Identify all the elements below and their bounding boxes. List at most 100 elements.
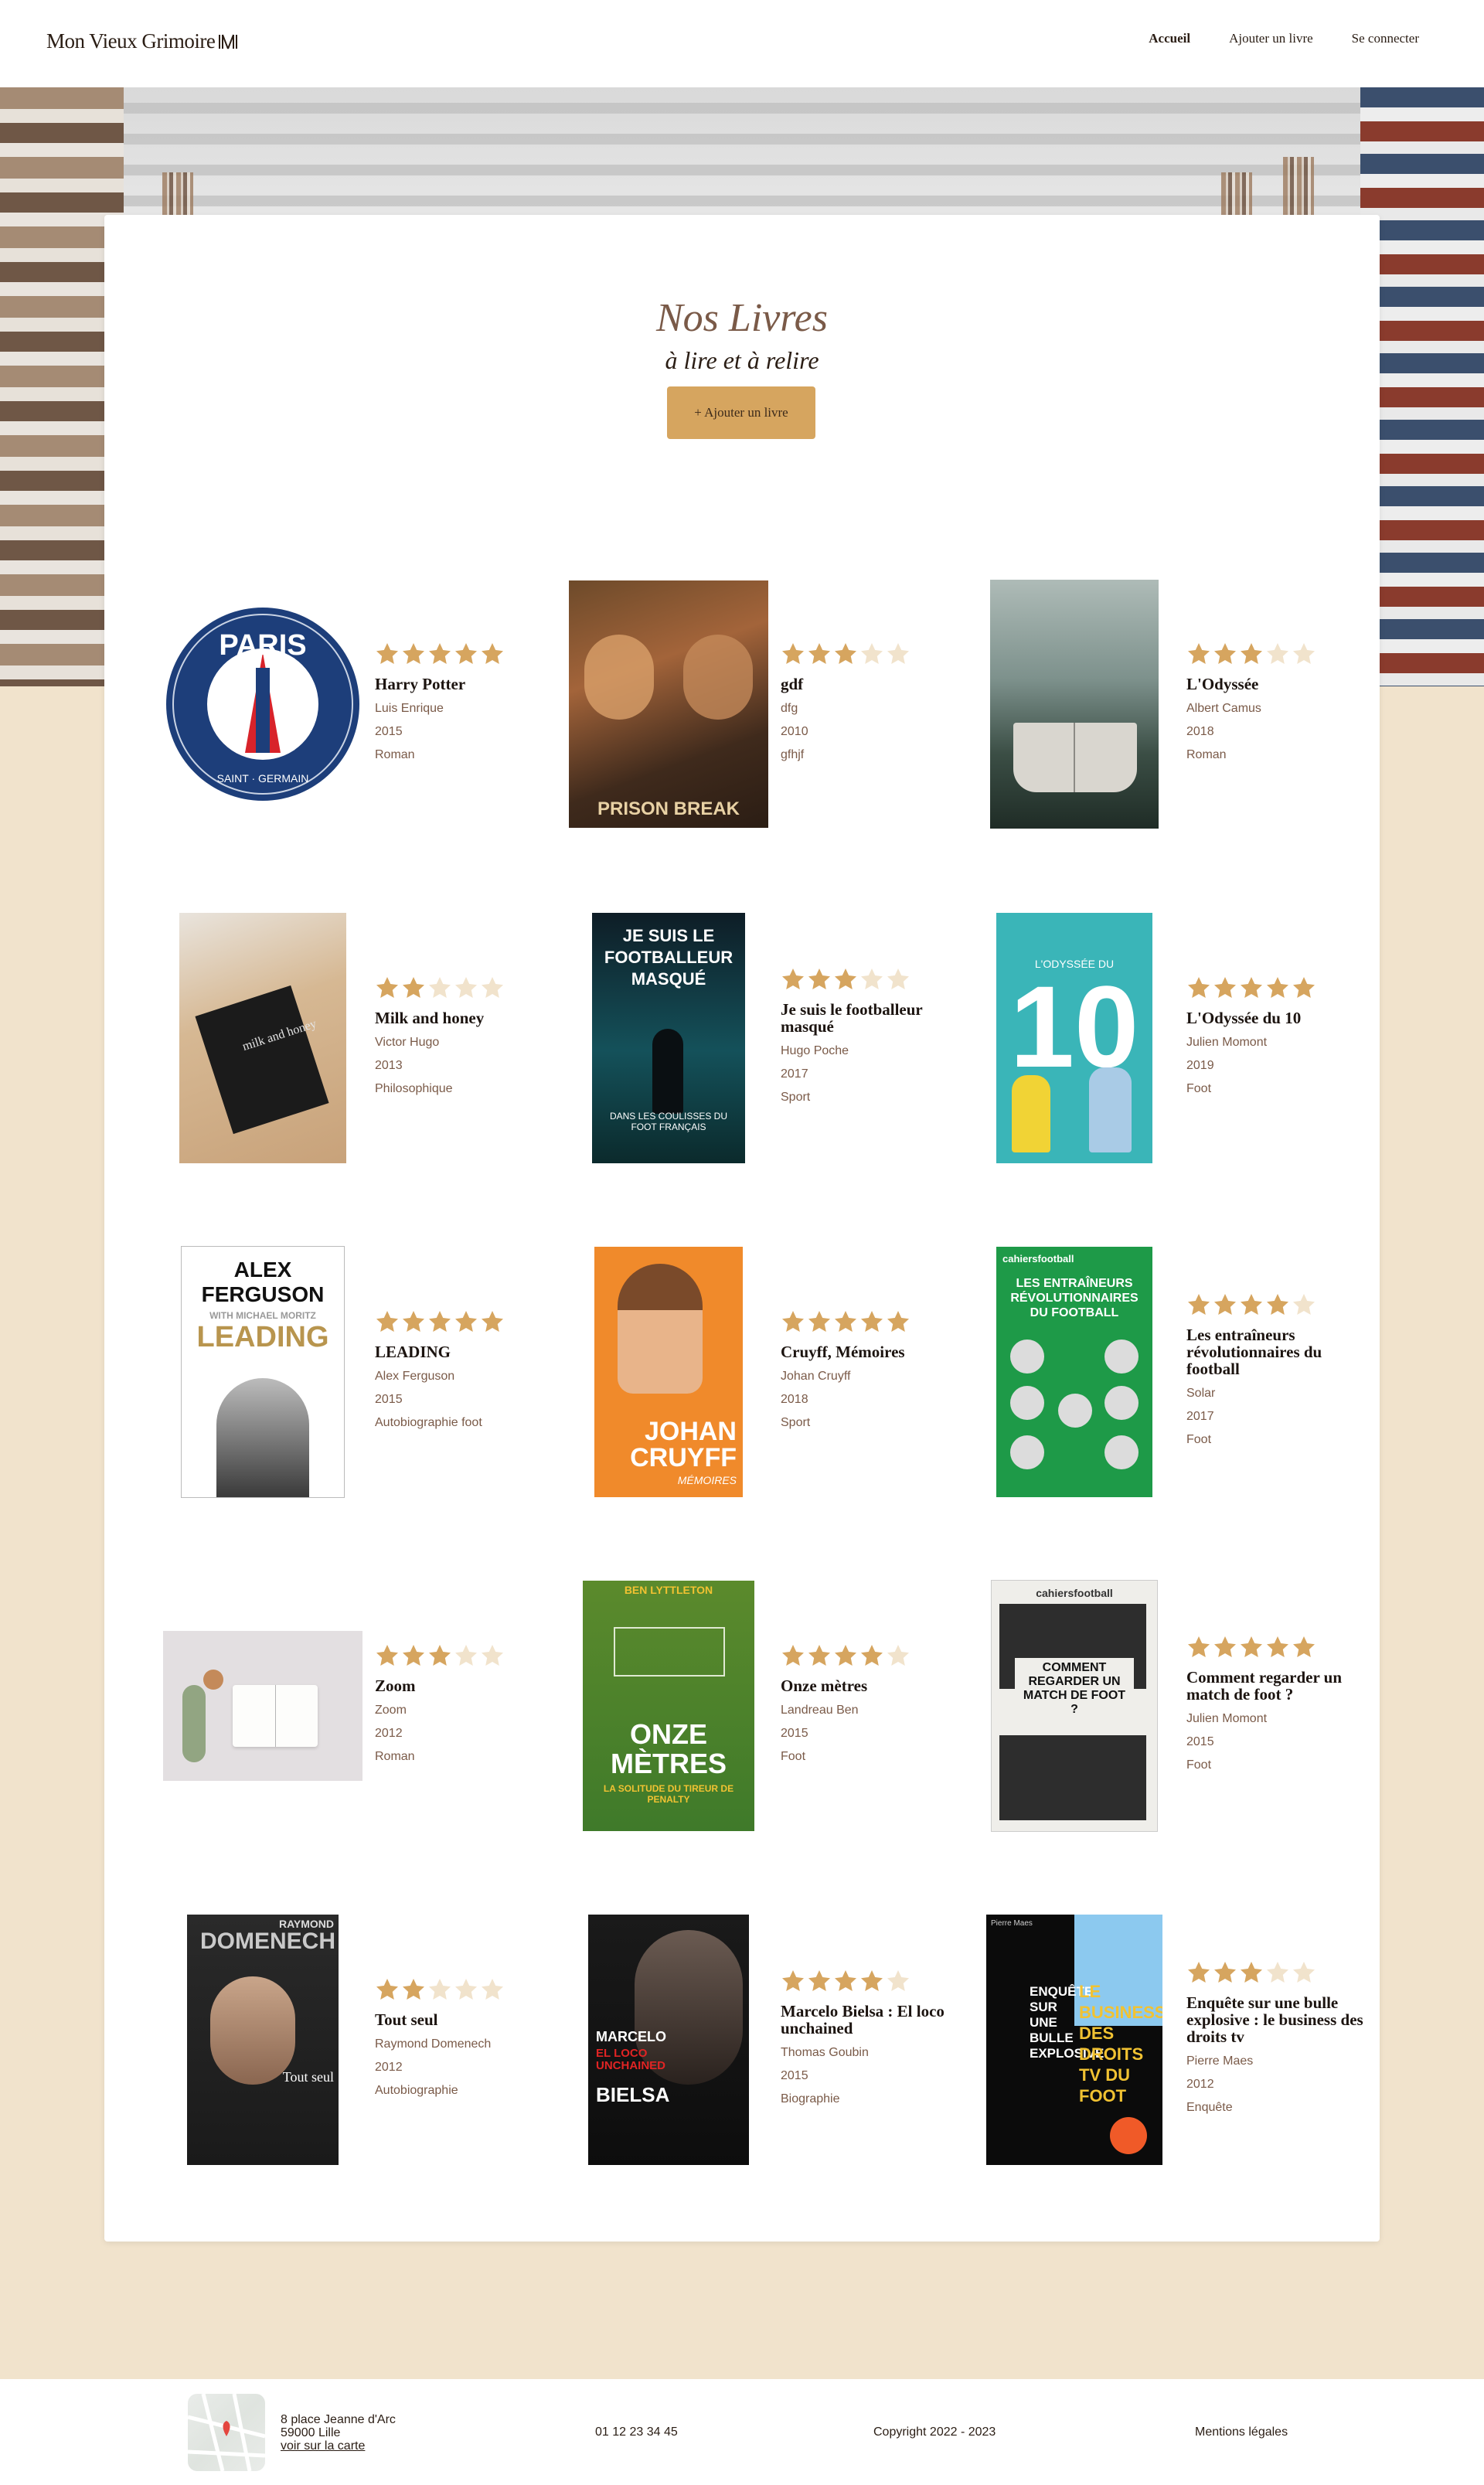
site-footer: 8 place Jeanne d'Arc 59000 Lille voir su… — [0, 2379, 1484, 2485]
book-author: Thomas Goubin — [781, 2046, 869, 2059]
nav-se-connecter[interactable]: Se connecter — [1352, 31, 1419, 46]
book-author: Hugo Poche — [781, 1044, 849, 1057]
book-cover[interactable]: L'ODYSSÉE DU 10 — [970, 911, 1179, 1166]
book-cover[interactable]: PARIS SAINT · GERMAIN — [158, 577, 367, 832]
bielsa-last: BIELSA — [596, 2083, 670, 2106]
tout-seul-cover-image: RAYMOND DOMENECH Tout seul — [187, 1915, 339, 2165]
star-filled-icon — [808, 1645, 830, 1666]
book-author: Pierre Maes — [1186, 2054, 1254, 2068]
logo[interactable]: Mon Vieux Grimoire — [46, 29, 238, 53]
footer-legal-link[interactable]: Mentions légales — [1195, 2425, 1288, 2439]
book-year: 2010 — [781, 725, 808, 738]
star-filled-icon — [808, 1311, 830, 1332]
nav-accueil[interactable]: Accueil — [1149, 31, 1190, 46]
star-filled-icon — [1241, 1962, 1262, 1983]
book-year: 2017 — [781, 1067, 808, 1081]
star-filled-icon — [835, 1970, 856, 1991]
star-filled-icon — [429, 1311, 451, 1332]
rating-stars — [1186, 1960, 1372, 1985]
star-empty-icon — [887, 968, 909, 989]
book-card[interactable]: Zoom Zoom 2012 Roman — [158, 1578, 560, 1833]
add-book-button[interactable]: + Ajouter un livre — [667, 386, 815, 439]
book-cover[interactable]: JE SUIS LE FOOTBALLEUR MASQUÉ DANS LES C… — [564, 911, 773, 1166]
star-filled-icon — [835, 643, 856, 664]
star-empty-icon — [1267, 1962, 1288, 1983]
book-cover[interactable]: BEN LYTTLETON ONZE MÈTRES LA SOLITUDE DU… — [564, 1578, 773, 1833]
book-card[interactable]: L'Odyssée Albert Camus 2018 Roman — [970, 577, 1372, 832]
book-card[interactable]: cahiersfootball COMMENT REGARDER UN MATC… — [970, 1578, 1372, 1833]
book-cover[interactable]: JOHAN CRUYFF MÉMOIRES — [564, 1244, 773, 1500]
book-card[interactable]: ALEX FERGUSON WITH MICHAEL MORITZ LEADIN… — [158, 1244, 560, 1500]
star-filled-icon — [376, 643, 398, 664]
map-thumbnail[interactable] — [188, 2394, 265, 2471]
book-title: Milk and honey — [375, 1009, 485, 1027]
book-card[interactable]: milk and honey Milk and honey Victor Hug… — [158, 911, 560, 1166]
book-card[interactable]: Pierre Maes ENQUÊTE SUR UNE BULLE EXPLOS… — [970, 1912, 1372, 2167]
book-title: Les entraîneurs révolutionnaires du foot… — [1186, 1326, 1322, 1378]
star-filled-icon — [1267, 1294, 1288, 1315]
book-title: Tout seul — [375, 2010, 438, 2029]
book-genre: Philosophique — [375, 1082, 453, 1095]
book-card[interactable]: MARCELO EL LOCO UNCHAINED BIELSA Marcelo… — [564, 1912, 966, 2167]
book-card[interactable]: PRISON BREAK gdf dfg 2010 gfhjf — [564, 577, 966, 832]
star-filled-icon — [782, 1970, 804, 1991]
book-card[interactable]: JOHAN CRUYFF MÉMOIRES Cruyff, Mémoires J… — [564, 1244, 966, 1500]
main-nav: Accueil Ajouter un livre Se connecter — [1149, 31, 1419, 46]
star-filled-icon — [403, 1645, 424, 1666]
book-year: 2015 — [781, 1727, 808, 1740]
logo-text[interactable]: Mon Vieux Grimoire — [46, 29, 216, 53]
book-cover[interactable]: cahiersfootball LES ENTRAÎNEURS RÉVOLUTI… — [970, 1244, 1179, 1500]
nav-ajouter-livre[interactable]: Ajouter un livre — [1229, 31, 1313, 46]
book-cover[interactable] — [158, 1578, 367, 1833]
book-cover[interactable]: RAYMOND DOMENECH Tout seul — [158, 1912, 367, 2167]
book-year: 2015 — [781, 2069, 808, 2082]
masque-sub: DANS LES COULISSES DU FOOT FRANÇAIS — [609, 1111, 728, 1132]
map-link[interactable]: voir sur la carte — [281, 2439, 365, 2453]
book-card[interactable]: RAYMOND DOMENECH Tout seul Tout seul Ray… — [158, 1912, 560, 2167]
book-cover[interactable] — [970, 577, 1179, 832]
star-filled-icon — [861, 1645, 883, 1666]
star-filled-icon — [1214, 643, 1236, 664]
footer-address: 8 place Jeanne d'Arc 59000 Lille voir su… — [281, 2413, 396, 2453]
book-cover[interactable]: ALEX FERGUSON WITH MICHAEL MORITZ LEADIN… — [158, 1244, 367, 1500]
book-cover[interactable]: cahiersfootball COMMENT REGARDER UN MATC… — [970, 1578, 1179, 1833]
book-year: 2012 — [1186, 2078, 1214, 2091]
rating-stars — [781, 642, 966, 666]
star-filled-icon — [403, 1979, 424, 2000]
book-title: Enquête sur une bulle explosive : le bus… — [1186, 1993, 1363, 2046]
book-author: Zoom — [375, 1704, 407, 1717]
star-empty-icon — [482, 977, 503, 998]
book-card[interactable]: BEN LYTTLETON ONZE MÈTRES LA SOLITUDE DU… — [564, 1578, 966, 1833]
prison-break-title: PRISON BREAK — [597, 798, 740, 819]
entraineurs-cover-image: cahiersfootball LES ENTRAÎNEURS RÉVOLUTI… — [996, 1247, 1152, 1497]
star-filled-icon — [482, 1311, 503, 1332]
book-author: Raymond Domenech — [375, 2037, 492, 2051]
book-author: Albert Camus — [1186, 702, 1261, 715]
book-cover[interactable]: milk and honey — [158, 911, 367, 1166]
book-card[interactable]: L'ODYSSÉE DU 10 L'Odyssée du 10 Julien M… — [970, 911, 1372, 1166]
onze-title: ONZE MÈTRES — [610, 1718, 727, 1779]
book-card[interactable]: cahiersfootball LES ENTRAÎNEURS RÉVOLUTI… — [970, 1244, 1372, 1500]
book-genre: Foot — [1186, 1758, 1212, 1772]
star-filled-icon — [455, 643, 477, 664]
book-genre: Roman — [375, 748, 415, 761]
star-filled-icon — [835, 1645, 856, 1666]
star-empty-icon — [455, 977, 477, 998]
star-filled-icon — [429, 643, 451, 664]
book-cover[interactable]: MARCELO EL LOCO UNCHAINED BIELSA — [564, 1912, 773, 2167]
bielsa-mid: EL LOCO UNCHAINED — [596, 2047, 665, 2072]
rating-stars — [781, 1969, 966, 1993]
star-empty-icon — [861, 968, 883, 989]
book-cover[interactable]: Pierre Maes ENQUÊTE SUR UNE BULLE EXPLOS… — [970, 1912, 1179, 2167]
star-filled-icon — [376, 977, 398, 998]
rating-stars — [781, 967, 966, 992]
psg-bottom-text: SAINT · GERMAIN — [217, 772, 309, 785]
star-filled-icon — [1241, 643, 1262, 664]
book-year: 2012 — [375, 2061, 403, 2074]
star-filled-icon — [1293, 1636, 1315, 1657]
book-genre: Roman — [1186, 748, 1227, 761]
book-card[interactable]: JE SUIS LE FOOTBALLEUR MASQUÉ DANS LES C… — [564, 911, 966, 1166]
map-icon — [188, 2394, 265, 2471]
book-card[interactable]: PARIS SAINT · GERMAIN Harry Potter Luis … — [158, 577, 560, 832]
book-cover[interactable]: PRISON BREAK — [564, 577, 773, 832]
